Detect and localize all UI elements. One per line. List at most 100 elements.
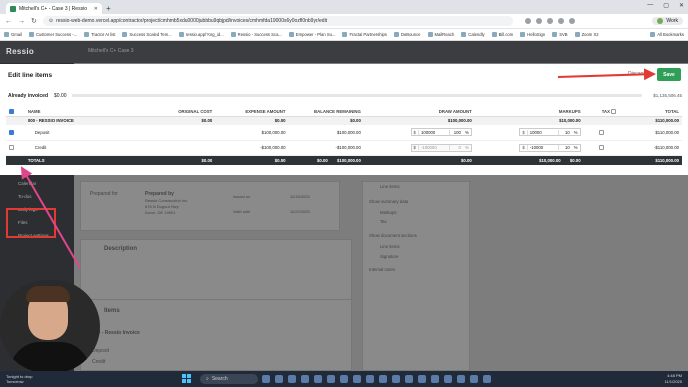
- profile-button[interactable]: Work: [652, 17, 683, 25]
- taskbar-apps: [262, 375, 491, 383]
- clock[interactable]: 4:48 PM 11/1/2025: [665, 373, 683, 385]
- settings-panel: [362, 181, 470, 371]
- draw-amount-value[interactable]: -100000: [419, 145, 449, 150]
- percent-symbol: %: [464, 145, 469, 150]
- bookmark-item[interactable]: SVB: [552, 32, 568, 37]
- profile-name: Work: [666, 18, 678, 24]
- bookmark-label: ressio.app/?org_id...: [185, 32, 224, 37]
- app-icon[interactable]: [470, 375, 478, 383]
- clock-date: 11/1/2025: [664, 379, 683, 384]
- draw-percent-value[interactable]: 100: [448, 129, 463, 135]
- close-tab-icon[interactable]: ✕: [94, 6, 98, 12]
- bookmark-item[interactable]: Calendly: [461, 32, 485, 37]
- bookmark-item[interactable]: Empower - Plan Su...: [288, 32, 336, 37]
- save-button[interactable]: Save: [657, 68, 681, 81]
- bookmark-label: SVB: [559, 32, 568, 37]
- extension-icon[interactable]: [557, 18, 564, 24]
- app-icon[interactable]: [392, 375, 400, 383]
- markup-input[interactable]: $ 10000 10 %: [519, 128, 581, 137]
- percent-symbol: %: [573, 129, 578, 135]
- discard-button[interactable]: Discard: [628, 71, 645, 77]
- group-markups: $10,000.00: [474, 116, 584, 125]
- bookmark-label: Empower - Plan Su...: [295, 32, 336, 37]
- totals-row: TOTALS $0.00 $0.00 $0.00 $100,000.00 $0.…: [6, 155, 682, 165]
- app-icon[interactable]: [483, 375, 491, 383]
- app-icon[interactable]: [379, 375, 387, 383]
- app-icon[interactable]: [418, 375, 426, 383]
- markups-toggle-label: Markups: [380, 210, 397, 215]
- maximize-icon[interactable]: ▢: [663, 2, 669, 9]
- extension-icon[interactable]: [535, 18, 542, 24]
- extension-icon[interactable]: [524, 18, 531, 24]
- close-window-icon[interactable]: ✕: [679, 2, 684, 9]
- extension-icon[interactable]: [568, 18, 575, 24]
- app-icon[interactable]: [314, 375, 322, 383]
- browser-tab-bar: Mitchell's C+ - Case 3 | Ressio ✕ + — ▢ …: [0, 0, 688, 14]
- taskbar-search[interactable]: ⌕ Search: [200, 374, 258, 384]
- app-icon[interactable]: [444, 375, 452, 383]
- back-icon[interactable]: ←: [5, 18, 12, 25]
- bookmark-item[interactable]: Zoom X2: [574, 32, 599, 37]
- bookmark-favicon-icon: [461, 32, 467, 37]
- bookmark-item[interactable]: Customer Success -...: [28, 32, 77, 37]
- app-icon[interactable]: [457, 375, 465, 383]
- app-icon[interactable]: [405, 375, 413, 383]
- markup-value[interactable]: -10000: [528, 145, 558, 150]
- windows-start-icon[interactable]: [182, 374, 191, 383]
- all-bookmarks[interactable]: All Bookmarks: [650, 32, 684, 37]
- browser-tab[interactable]: Mitchell's C+ - Case 3 | Ressio ✕: [6, 3, 102, 14]
- markup-input[interactable]: $ -10000 10 %: [519, 143, 581, 152]
- draw-amount-input[interactable]: $ -100000 0 %: [410, 143, 472, 152]
- col-original-cost: ORIGINAL COST: [150, 107, 216, 117]
- sidebar-item[interactable]: To-dos: [0, 190, 74, 203]
- app-icon[interactable]: [366, 375, 374, 383]
- totals-balance-remaining: $0.00: [316, 157, 328, 163]
- sidebar-item[interactable]: Calendar: [0, 177, 74, 190]
- tax-all-checkbox[interactable]: [611, 108, 617, 114]
- bookmark-item[interactable]: Fractal Partnerships: [342, 32, 387, 37]
- markup-percent-value[interactable]: 10: [557, 129, 572, 135]
- minimize-icon[interactable]: —: [647, 2, 653, 9]
- row-checkbox[interactable]: [9, 145, 14, 151]
- bookmark-item[interactable]: HelloSign: [520, 32, 545, 37]
- site-info-icon[interactable]: ⊙: [49, 18, 53, 24]
- bookmark-item[interactable]: DeBounce: [393, 32, 421, 37]
- forward-icon[interactable]: →: [18, 18, 25, 25]
- markup-value[interactable]: 10000: [528, 130, 558, 135]
- row-name: Credit: [24, 140, 151, 156]
- row-checkbox[interactable]: [9, 129, 14, 135]
- bookmark-item[interactable]: Tractor AI list: [84, 32, 115, 37]
- bookmark-item[interactable]: MailReach: [427, 32, 454, 37]
- group-expense-amount: $0.00: [215, 116, 289, 125]
- draw-amount-value[interactable]: 100000: [419, 130, 449, 135]
- app-icon[interactable]: [431, 375, 439, 383]
- app-icon[interactable]: [275, 375, 283, 383]
- new-tab-icon[interactable]: +: [106, 3, 111, 14]
- bookmark-item[interactable]: Ressio - Success Sca...: [230, 32, 282, 37]
- weather-widget[interactable]: Tonight to drop Tomorrow: [6, 374, 32, 384]
- row-tax-checkbox[interactable]: [598, 145, 604, 151]
- bookmark-item[interactable]: Success Scaled Tem...: [122, 32, 172, 37]
- markup-percent-value[interactable]: 10: [557, 145, 572, 150]
- bookmark-item[interactable]: Gmail: [4, 32, 22, 37]
- app-icon[interactable]: [301, 375, 309, 383]
- draw-percent-value[interactable]: 0: [448, 145, 463, 150]
- bookmark-favicon-icon: [574, 32, 580, 37]
- select-all-checkbox[interactable]: [9, 108, 14, 114]
- draw-amount-input[interactable]: $ 100000 100 %: [410, 128, 472, 137]
- valid-until-label: Valid until: [233, 209, 251, 214]
- bookmark-item[interactable]: Bill.com: [491, 32, 513, 37]
- app-icon[interactable]: [262, 375, 270, 383]
- invoice-total: $1,135,506.45: [653, 93, 682, 98]
- bookmark-item[interactable]: ressio.app/?org_id...: [178, 32, 224, 37]
- totals-draw-amount: $100,000.00: [336, 157, 361, 163]
- app-icon[interactable]: [340, 375, 348, 383]
- app-icon[interactable]: [288, 375, 296, 383]
- app-icon[interactable]: [353, 375, 361, 383]
- row-tax-checkbox[interactable]: [598, 129, 604, 135]
- extension-icon[interactable]: [546, 18, 553, 24]
- bookmark-label: Tractor AI list: [91, 32, 116, 37]
- url-field[interactable]: ⊙ ressio-web-demo.vercel.app/contractor/…: [42, 16, 513, 26]
- reload-icon[interactable]: ↻: [31, 17, 37, 25]
- app-icon[interactable]: [327, 375, 335, 383]
